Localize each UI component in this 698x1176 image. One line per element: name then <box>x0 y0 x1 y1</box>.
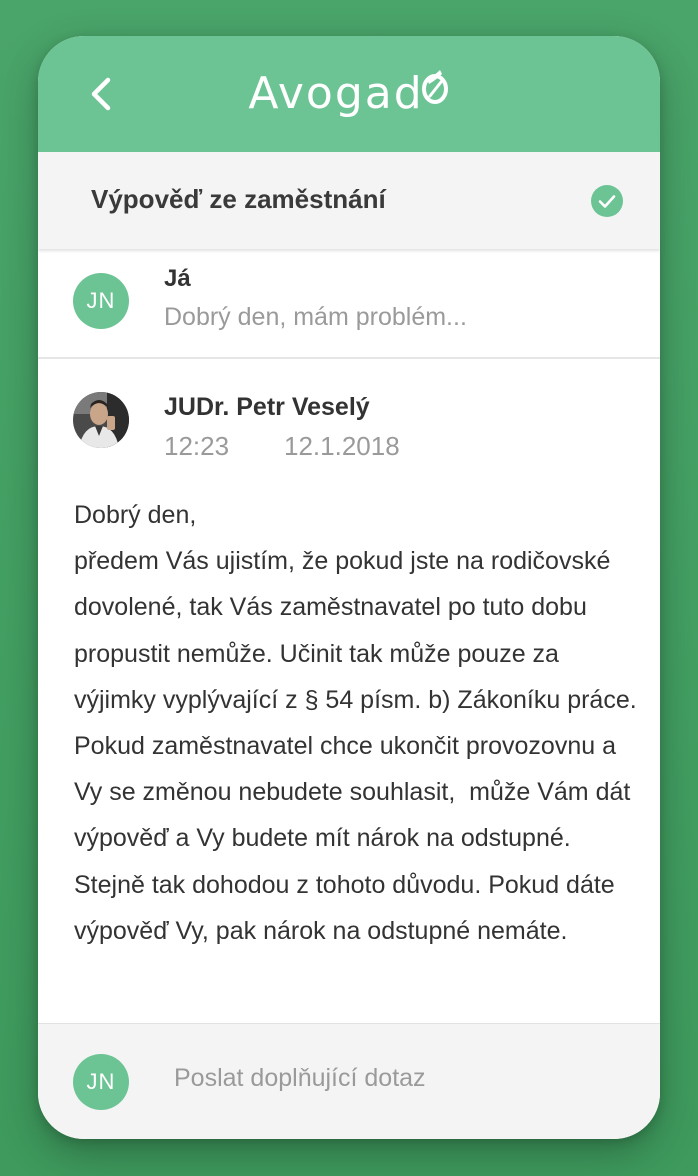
message-body: Dobrý den, předem Vás ujistím, že pokud … <box>74 492 646 954</box>
conversation-subject: Výpověď ze zaměstnání <box>38 152 660 249</box>
top-bar: Avogad <box>38 36 660 152</box>
message-author: Já <box>164 265 191 292</box>
app-screen: Avogad Výpověď ze zaměstnání JN Já Dobrý… <box>38 36 660 1139</box>
reply-bar: JN Poslat doplňující dotaz <box>38 1023 660 1139</box>
message-date: 12.1.2018 <box>284 431 400 461</box>
app-logo: Avogad <box>38 64 660 124</box>
avatar: JN <box>73 1054 129 1110</box>
message-item-me[interactable]: JN Já Dobrý den, mám problém... <box>38 249 660 359</box>
message-preview: Dobrý den, mám problém... <box>164 303 467 331</box>
subject-title: Výpověď ze zaměstnání <box>91 184 386 214</box>
avatar: JN <box>73 273 129 329</box>
message-author: JUDr. Petr Veselý <box>164 393 370 421</box>
message-text: předem Vás ujistím, že pokud jste na rod… <box>74 547 651 945</box>
lawyer-photo-icon <box>73 392 129 448</box>
message-item-lawyer: JUDr. Petr Veselý 12:23 12.1.2018 Dobrý … <box>38 359 660 1022</box>
check-circle-icon <box>591 185 623 217</box>
message-time: 12:23 <box>164 431 230 461</box>
logo-mark-icon <box>420 64 450 124</box>
lawyer-avatar <box>73 392 129 448</box>
message-greeting: Dobrý den, <box>74 501 197 529</box>
logo-text: Avogad <box>248 68 424 119</box>
follow-up-question-input[interactable]: Poslat doplňující dotaz <box>174 1064 426 1093</box>
